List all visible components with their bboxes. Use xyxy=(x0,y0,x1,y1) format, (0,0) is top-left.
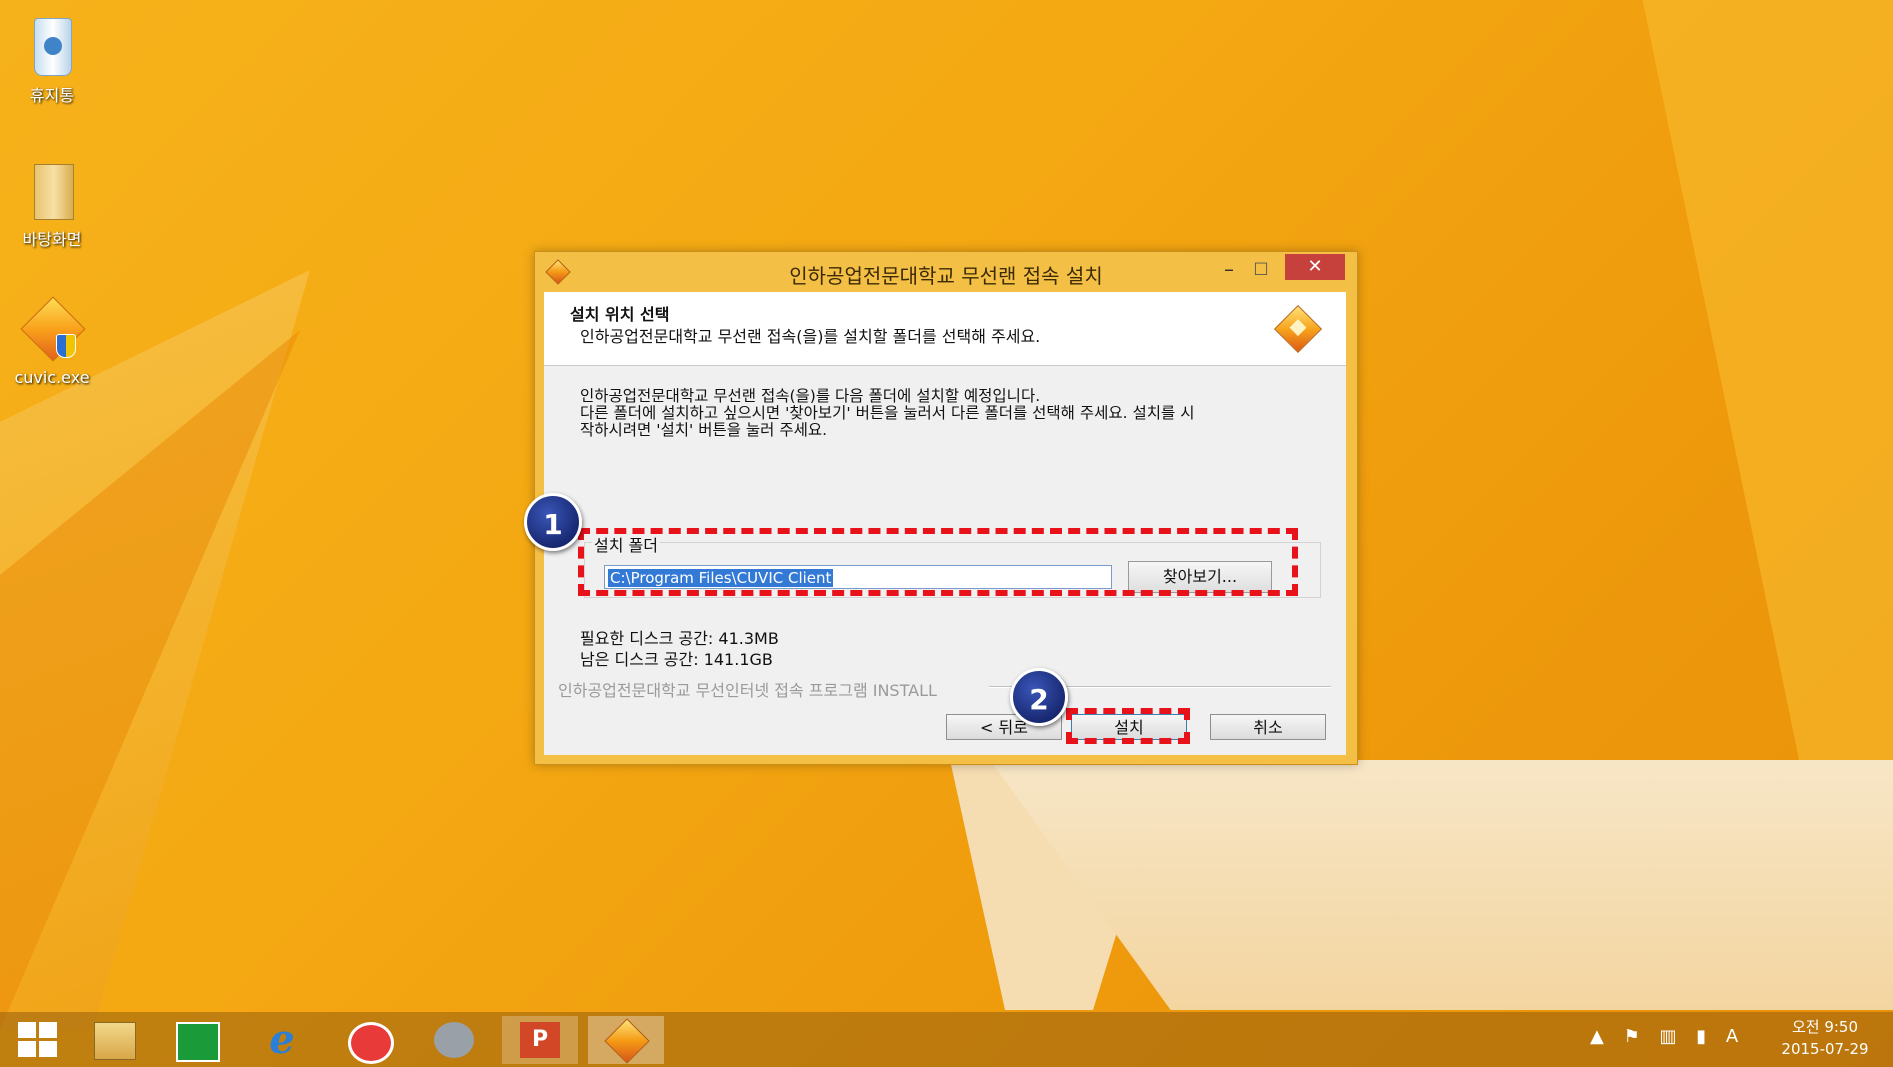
file-explorer-icon xyxy=(94,1022,136,1060)
taskbar-camera-app[interactable] xyxy=(330,1016,406,1064)
step-badge-2: 2 xyxy=(1010,668,1068,726)
taskbar-tool-app[interactable] xyxy=(416,1016,492,1064)
ime-indicator[interactable]: A xyxy=(1726,1026,1738,1047)
signal-icon[interactable]: ▮ xyxy=(1696,1026,1706,1047)
camera-app-icon xyxy=(348,1022,394,1064)
network-icon[interactable]: ▥ xyxy=(1659,1026,1676,1047)
desktop-icon-label: 바탕화면 xyxy=(22,230,82,249)
taskbar-cuvic-installer[interactable] xyxy=(588,1016,664,1064)
description-line: 작하시려면 '설치' 버튼을 눌러 주세요. xyxy=(580,421,828,439)
minimize-button[interactable]: – xyxy=(1215,259,1243,282)
cancel-button[interactable]: 취소 xyxy=(1210,714,1326,740)
wallpaper-wedge xyxy=(990,760,1893,1010)
wizard-header: 설치 위치 선택 인하공업전문대학교 무선랜 접속(을)를 설치할 폴더를 선택… xyxy=(544,292,1346,366)
installer-shield-icon xyxy=(20,296,86,364)
desktop-icon-label: 휴지통 xyxy=(29,86,75,105)
cuvic-installer-icon xyxy=(604,1018,650,1064)
clock[interactable]: 오전 9:50 2015-07-29 xyxy=(1770,1016,1880,1060)
desktop-icon-folder[interactable]: 바탕화면 xyxy=(12,158,92,250)
taskbar-internet-explorer[interactable]: e xyxy=(244,1016,320,1064)
desktop-icon-recycle-bin[interactable]: 휴지통 xyxy=(12,14,92,106)
taskbar-store[interactable] xyxy=(158,1016,234,1064)
taskbar: e P ▲ ⚑ ▥ ▮ A 오전 9:50 2015-07-29 xyxy=(0,1012,1893,1067)
description-line: 인하공업전문대학교 무선랜 접속(을)를 다음 폴더에 설치할 예정입니다. xyxy=(580,387,1041,405)
show-hidden-icons-icon[interactable]: ▲ xyxy=(1590,1026,1604,1047)
highlight-install-box xyxy=(1066,708,1190,744)
recycle-bin-icon xyxy=(24,14,80,78)
step-badge-1: 1 xyxy=(524,493,582,551)
start-button[interactable] xyxy=(0,1016,76,1064)
internet-explorer-icon: e xyxy=(269,1016,295,1063)
wallpaper-wedge xyxy=(1642,0,1893,760)
dialog-body: 설치 위치 선택 인하공업전문대학교 무선랜 접속(을)를 설치할 폴더를 선택… xyxy=(544,292,1346,755)
cuvic-logo-icon xyxy=(1273,304,1323,354)
taskbar-file-explorer[interactable] xyxy=(76,1016,152,1064)
description-line: 다른 폴더에 설치하고 싶으시면 '찾아보기' 버튼을 눌러서 다른 폴더를 선… xyxy=(580,404,1195,422)
tool-app-icon xyxy=(434,1022,474,1058)
desktop-icon-label: cuvic.exe xyxy=(14,368,90,387)
clock-time: 오전 9:50 xyxy=(1791,1018,1859,1036)
installer-dialog: 인하공업전문대학교 무선랜 접속 설치 – □ ✕ 설치 위치 선택 인하공업전… xyxy=(534,251,1358,765)
close-button[interactable]: ✕ xyxy=(1285,254,1345,280)
store-icon xyxy=(176,1022,220,1062)
description: 인하공업전문대학교 무선랜 접속(을)를 다음 폴더에 설치할 예정입니다. 다… xyxy=(580,388,1320,439)
desktop: 휴지통 바탕화면 cuvic.exe 인하공업전문대학교 무선랜 접속 설치 –… xyxy=(0,0,1893,1067)
highlight-path-box xyxy=(578,528,1298,596)
start-icon xyxy=(18,1022,58,1058)
maximize-button[interactable]: □ xyxy=(1247,258,1275,280)
header-title: 설치 위치 선택 xyxy=(570,305,670,324)
taskbar-powerpoint[interactable]: P xyxy=(502,1016,578,1064)
desktop-icon-cuvic[interactable]: cuvic.exe xyxy=(12,296,92,387)
dialog-titlebar[interactable]: 인하공업전문대학교 무선랜 접속 설치 – □ ✕ xyxy=(535,252,1357,292)
branding-text: 인하공업전문대학교 무선인터넷 접속 프로그램 INSTALL xyxy=(558,681,937,700)
header-subtitle: 인하공업전문대학교 무선랜 접속(을)를 설치할 폴더를 선택해 주세요. xyxy=(580,327,1041,346)
clock-date: 2015-07-29 xyxy=(1781,1040,1869,1058)
system-tray: ▲ ⚑ ▥ ▮ A xyxy=(1590,1026,1752,1047)
powerpoint-icon: P xyxy=(520,1022,560,1058)
action-center-flag-icon[interactable]: ⚑ xyxy=(1624,1026,1640,1047)
space-available: 남은 디스크 공간: 141.1GB xyxy=(580,650,773,669)
folder-icon xyxy=(24,158,80,222)
